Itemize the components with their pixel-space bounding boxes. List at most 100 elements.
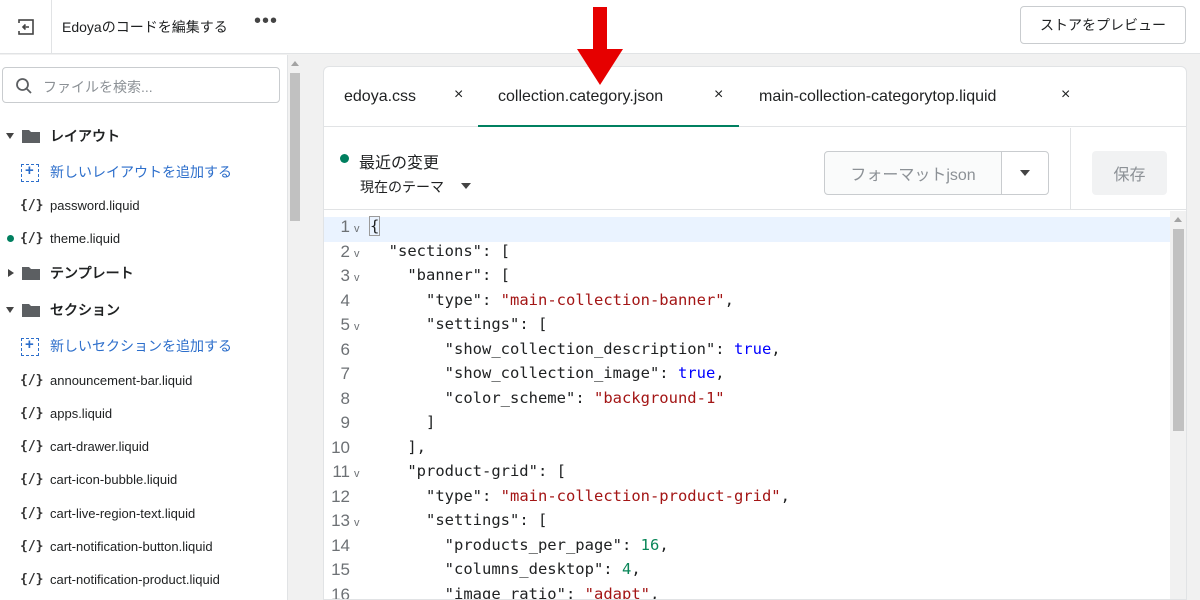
add-layout-label: 新しいレイアウトを追加する: [50, 164, 232, 180]
code-text: "columns_desktop": 4,: [444, 560, 641, 578]
code-text: "show_collection_image": true,: [444, 364, 725, 382]
code-line[interactable]: 1 v {: [324, 216, 1172, 242]
file-item[interactable]: {/} cart-notification-product.liquid: [0, 564, 287, 594]
format-options-button[interactable]: [1001, 151, 1049, 195]
sidebar-scrollbar[interactable]: [288, 55, 302, 600]
folder-icon: [22, 130, 40, 143]
theme-select[interactable]: 現在のテーマ: [360, 177, 444, 197]
preview-store-button[interactable]: ストアをプレビュー: [1020, 6, 1186, 44]
code-line[interactable]: 14 "products_per_page": 16,: [324, 536, 1172, 561]
code-line[interactable]: 5v "settings": [: [324, 315, 1172, 340]
code-line[interactable]: 16 "image_ratio": "adapt",: [324, 585, 1172, 600]
line-number: 16: [331, 584, 350, 600]
code-scrollbar[interactable]: [1170, 211, 1186, 599]
chevron-down-icon: [1020, 170, 1030, 176]
folder-icon: [22, 267, 40, 280]
modified-dot-icon: [7, 235, 14, 242]
scrollbar-thumb[interactable]: [290, 73, 300, 221]
fold-chevron-icon[interactable]: v: [354, 468, 360, 480]
fold-chevron-icon[interactable]: v: [354, 517, 360, 529]
code-line[interactable]: 3v "banner": [: [324, 266, 1172, 291]
code-editor[interactable]: 1 v{2 v "sections": [3 v "banner": [4 "type…: [324, 211, 1172, 600]
file-label: announcement-bar.liquid: [50, 372, 193, 388]
scroll-up-icon[interactable]: [291, 61, 299, 66]
code-text: "image_ratio": "adapt",: [444, 584, 660, 600]
search-input[interactable]: ファイルを検索...: [2, 67, 280, 103]
chevron-down-icon: [6, 133, 14, 139]
code-text: "show_collection_description": true,: [444, 339, 781, 358]
line-number: 14: [331, 535, 350, 555]
code-line[interactable]: 10 ],: [324, 438, 1172, 463]
fold-chevron-icon[interactable]: v: [354, 321, 360, 333]
close-icon[interactable]: ×: [454, 86, 463, 104]
code-line[interactable]: 4 "type": "main-collection-banner",: [324, 291, 1172, 316]
folder-label: セクション: [50, 302, 120, 318]
folder-sections[interactable]: セクション: [0, 295, 287, 325]
code-line[interactable]: 9 ]: [324, 413, 1172, 438]
scrollbar-thumb[interactable]: [1173, 229, 1184, 431]
tab-edoya-css[interactable]: edoya.css ×: [324, 67, 478, 127]
add-section-link[interactable]: 新しいセクションを追加する: [0, 331, 287, 361]
status-dot-icon: [340, 154, 349, 163]
line-number: 2: [340, 241, 350, 261]
format-json-button[interactable]: フォーマットjson: [824, 151, 1002, 195]
code-line[interactable]: 11 v "product-grid": [: [324, 462, 1172, 487]
code-text: "color_scheme": "background-1": [444, 388, 725, 407]
code-line[interactable]: 7 "show_collection_image": true,: [324, 364, 1172, 389]
file-item[interactable]: {/} cart-live-region-text.liquid: [0, 498, 287, 528]
code-line[interactable]: 2v "sections": [: [324, 242, 1172, 267]
folder-icon: [22, 304, 40, 317]
line-number: 9: [340, 413, 350, 432]
line-number: 12: [331, 486, 350, 506]
liquid-file-icon: {/}: [20, 571, 44, 587]
file-item[interactable]: {/} apps.liquid: [0, 398, 287, 428]
file-item[interactable]: {/} announcement-bar.liquid: [0, 365, 287, 395]
file-label: cart-icon-bubble.liquid: [50, 471, 178, 487]
code-text: "sections": [: [388, 241, 510, 260]
code-line[interactable]: 13 v "settings": [: [324, 511, 1172, 536]
liquid-file-icon: {/}: [20, 505, 44, 521]
search-placeholder: ファイルを検索...: [43, 79, 153, 95]
folder-templates[interactable]: テンプレート: [0, 258, 287, 288]
file-item[interactable]: {/} cart-icon-bubble.liquid: [0, 464, 287, 494]
code-line[interactable]: 6 "show_collection_description": true,: [324, 340, 1172, 365]
file-item[interactable]: {/} cart-drawer.liquid: [0, 431, 287, 461]
chevron-down-icon[interactable]: [461, 183, 471, 189]
code-text: "settings": [: [426, 511, 548, 529]
add-section-label: 新しいセクションを追加する: [50, 338, 232, 354]
liquid-file-icon: {/}: [20, 538, 44, 554]
code-line[interactable]: 12 "type": "main-collection-product-grid…: [324, 487, 1172, 512]
file-item[interactable]: {/} cart-notification-button.liquid: [0, 531, 287, 561]
liquid-file-icon: {/}: [20, 197, 44, 213]
chevron-right-icon: [8, 269, 14, 277]
line-number: 10: [331, 437, 350, 457]
fold-chevron-icon[interactable]: v: [354, 248, 360, 260]
close-icon[interactable]: ×: [714, 86, 723, 104]
save-button[interactable]: 保存: [1092, 151, 1167, 195]
line-number: 11: [332, 462, 350, 481]
more-actions-icon[interactable]: •••: [254, 10, 278, 33]
liquid-file-icon: {/}: [20, 230, 44, 246]
file-label: theme.liquid: [50, 230, 121, 246]
code-text: {: [368, 216, 381, 236]
scroll-up-icon[interactable]: [1174, 217, 1182, 222]
code-text: "banner": [: [407, 266, 510, 284]
folder-layout[interactable]: レイアウト: [0, 121, 287, 151]
add-file-icon: [21, 162, 39, 182]
line-number: 13: [331, 511, 350, 530]
fold-chevron-icon[interactable]: v: [354, 272, 360, 284]
tab-main-collection-categorytop[interactable]: main-collection-categorytop.liquid ×: [739, 67, 1079, 127]
file-item-password[interactable]: {/} password.liquid: [0, 190, 287, 220]
exit-button[interactable]: [0, 0, 52, 54]
annotation-arrow-icon: [577, 7, 623, 85]
file-label: cart-drawer.liquid: [50, 438, 149, 454]
close-icon[interactable]: ×: [1061, 86, 1070, 104]
code-line[interactable]: 15 "columns_desktop": 4,: [324, 560, 1172, 585]
fold-chevron-icon[interactable]: v: [354, 223, 360, 235]
code-line[interactable]: 8 "color_scheme": "background-1": [324, 389, 1172, 414]
file-label: cart-notification-button.liquid: [50, 538, 213, 554]
chevron-down-icon: [6, 307, 14, 313]
file-label: cart-notification-product.liquid: [50, 571, 220, 587]
file-item-theme[interactable]: {/} theme.liquid: [0, 223, 287, 253]
add-layout-link[interactable]: 新しいレイアウトを追加する: [0, 157, 287, 187]
